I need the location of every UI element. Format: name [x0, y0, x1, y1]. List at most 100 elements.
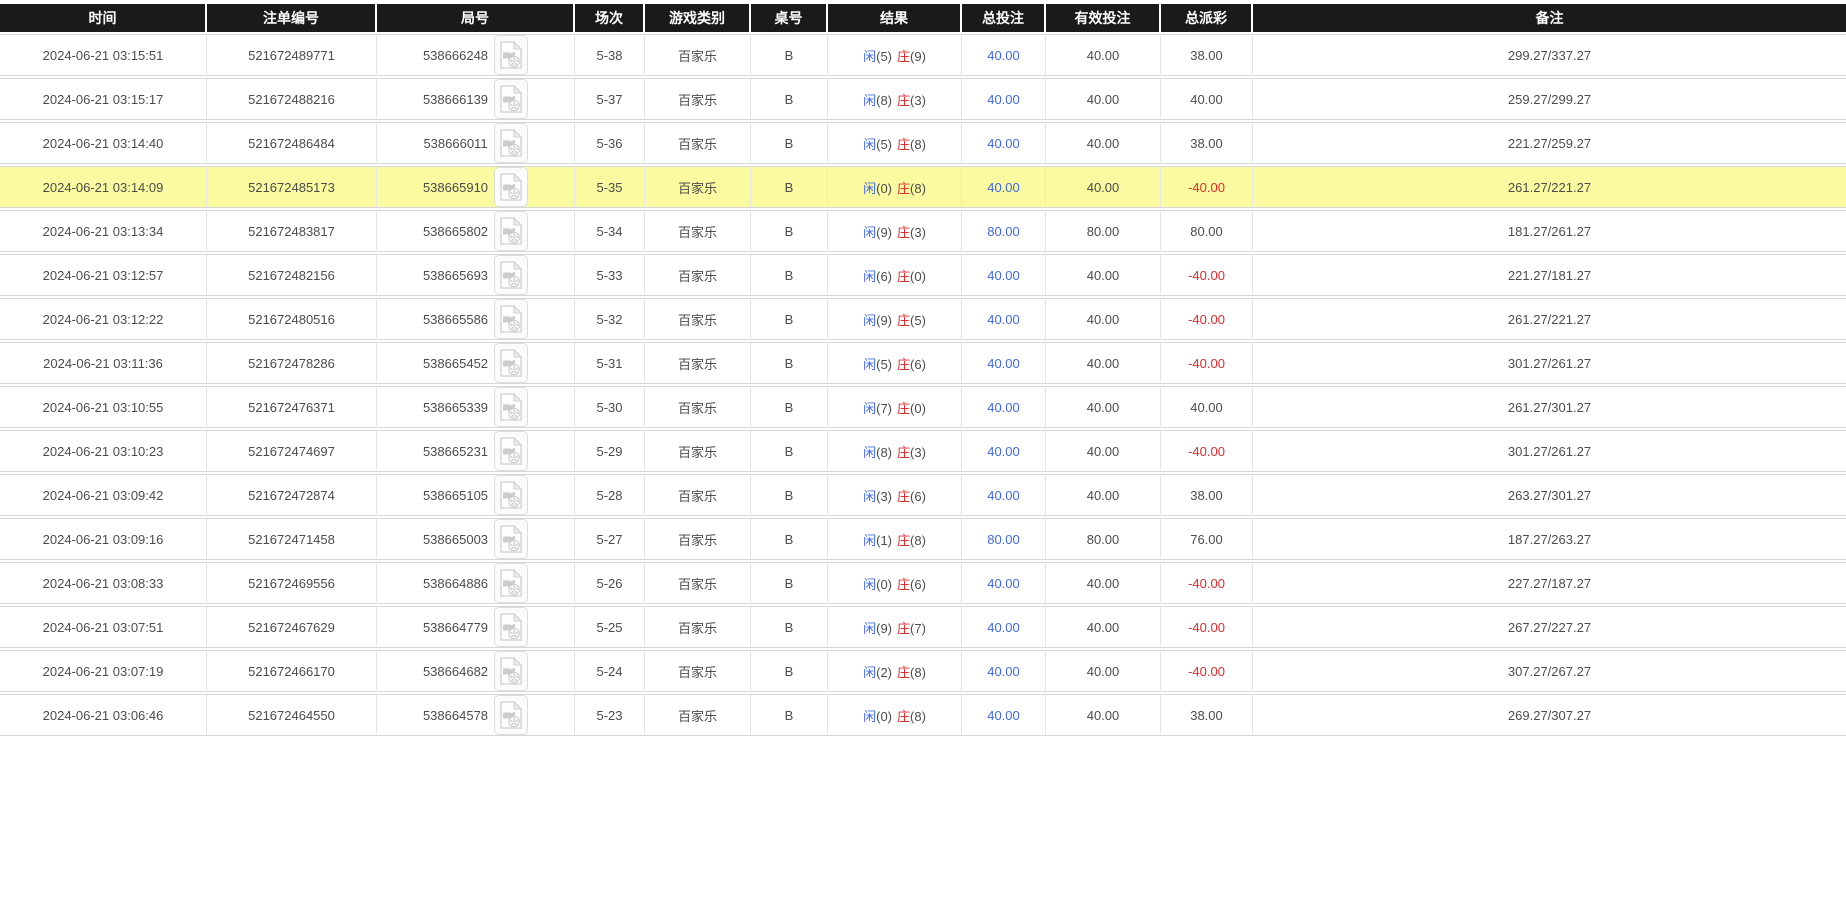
bet-number-text: 521672469556: [248, 576, 335, 591]
result-player-value: (8): [876, 445, 892, 460]
total-bet-link[interactable]: 80.00: [987, 532, 1020, 547]
cell-remark: 259.27/299.27: [1253, 78, 1846, 120]
total-bet-link[interactable]: 40.00: [987, 620, 1020, 635]
video-replay-button[interactable]: [494, 299, 528, 339]
cell-session: 5-30: [575, 386, 645, 428]
remark-text: 261.27/221.27: [1508, 312, 1591, 327]
video-replay-button[interactable]: [494, 431, 528, 471]
total-bet-link[interactable]: 40.00: [987, 356, 1020, 371]
result-banker-value: (5): [910, 313, 926, 328]
game-type-text: 百家乐: [678, 357, 717, 372]
total-bet-link[interactable]: 40.00: [987, 92, 1020, 107]
column-header-result: 结果: [828, 4, 962, 32]
result-player-value: (2): [876, 665, 892, 680]
table-row[interactable]: 2024-06-21 03:15:51521672489771538666248…: [0, 34, 1846, 76]
total-bet-link[interactable]: 40.00: [987, 444, 1020, 459]
bet-number-text: 521672482156: [248, 268, 335, 283]
cell-result: 闲(0)庄(8): [828, 694, 962, 736]
cell-remark: 267.27/227.27: [1253, 606, 1846, 648]
video-replay-button[interactable]: [494, 123, 528, 163]
total-bet-link[interactable]: 80.00: [987, 224, 1020, 239]
cell-valid-bet: 40.00: [1046, 386, 1161, 428]
table-row[interactable]: 2024-06-21 03:11:36521672478286538665452…: [0, 342, 1846, 384]
round-number-group: 538665586: [381, 299, 570, 339]
total-bet-link[interactable]: 40.00: [987, 48, 1020, 63]
video-replay-button[interactable]: [494, 211, 528, 251]
cell-remark: 299.27/337.27: [1253, 34, 1846, 76]
video-replay-icon: [499, 217, 523, 245]
result-banker-value: (8): [910, 533, 926, 548]
table-row[interactable]: 2024-06-21 03:08:33521672469556538664886…: [0, 562, 1846, 604]
cell-payout: 38.00: [1161, 474, 1253, 516]
round-number-group: 538665693: [381, 255, 570, 295]
result-player-label: 闲: [863, 445, 876, 460]
game-type-text: 百家乐: [678, 709, 717, 724]
video-replay-button[interactable]: [494, 563, 528, 603]
remark-text: 301.27/261.27: [1508, 444, 1591, 459]
cell-remark: 261.27/221.27: [1253, 166, 1846, 208]
video-replay-button[interactable]: [494, 695, 528, 735]
total-bet-link[interactable]: 40.00: [987, 180, 1020, 195]
table-row[interactable]: 2024-06-21 03:10:55521672476371538665339…: [0, 386, 1846, 428]
round-number-text: 538664886: [423, 576, 488, 591]
table-header: 时间注单编号局号场次游戏类别桌号结果总投注有效投注总派彩备注: [0, 4, 1846, 32]
time-text: 2024-06-21 03:15:51: [43, 48, 164, 63]
table-row[interactable]: 2024-06-21 03:14:09521672485173538665910…: [0, 166, 1846, 208]
result-banker-label: 庄: [897, 313, 910, 328]
total-bet-link[interactable]: 40.00: [987, 708, 1020, 723]
total-bet-link[interactable]: 40.00: [987, 312, 1020, 327]
round-number-group: 538666011: [381, 123, 570, 163]
cell-time: 2024-06-21 03:09:16: [0, 518, 207, 560]
result-banker-value: (6): [910, 489, 926, 504]
table-row[interactable]: 2024-06-21 03:12:57 521672482156 538665693…: [0, 254, 1846, 296]
total-bet-link[interactable]: 40.00: [987, 488, 1020, 503]
video-replay-button[interactable]: [494, 519, 528, 559]
video-replay-button[interactable]: [494, 343, 528, 383]
video-replay-button[interactable]: [494, 35, 528, 75]
table-row[interactable]: 2024-06-21 03:07:19521672466170538664682…: [0, 650, 1846, 692]
table-row[interactable]: 2024-06-21 03:10:23521672474697538665231…: [0, 430, 1846, 472]
video-replay-button[interactable]: [494, 651, 528, 691]
session-text: 5-36: [596, 136, 622, 151]
game-type-text: 百家乐: [678, 225, 717, 240]
table-row[interactable]: 2024-06-21 03:09:42521672472874538665105…: [0, 474, 1846, 516]
column-header-time: 时间: [0, 4, 207, 32]
table-row[interactable]: 2024-06-21 03:07:51521672467629538664779…: [0, 606, 1846, 648]
video-replay-button[interactable]: [494, 167, 528, 207]
cell-total-bet: 40.00: [962, 122, 1046, 164]
cell-time: 2024-06-21 03:12:57: [0, 254, 207, 296]
result-banker-value: (3): [910, 445, 926, 460]
cell-game-type: 百家乐: [645, 562, 751, 604]
video-replay-button[interactable]: [494, 475, 528, 515]
video-replay-button[interactable]: [494, 79, 528, 119]
video-replay-icon: [499, 657, 523, 685]
video-replay-button[interactable]: [494, 387, 528, 427]
table-row[interactable]: 2024-06-21 03:13:34521672483817538665802…: [0, 210, 1846, 252]
game-type-text: 百家乐: [678, 533, 717, 548]
video-replay-button[interactable]: [494, 607, 528, 647]
bet-number-text: 521672474697: [248, 444, 335, 459]
video-replay-icon: [499, 437, 523, 465]
video-replay-button[interactable]: [494, 255, 528, 295]
total-bet-link[interactable]: 40.00: [987, 268, 1020, 283]
table-row[interactable]: 2024-06-21 03:15:17521672488216538666139…: [0, 78, 1846, 120]
result-player-label: 闲: [863, 313, 876, 328]
result-banker-value: (0): [910, 401, 926, 416]
total-bet-link[interactable]: 40.00: [987, 400, 1020, 415]
total-bet-link[interactable]: 40.00: [987, 576, 1020, 591]
time-text: 2024-06-21 03:09:16: [43, 532, 164, 547]
cell-game-type: 百家乐: [645, 298, 751, 340]
total-bet-link[interactable]: 40.00: [987, 136, 1020, 151]
cell-payout: -40.00: [1161, 606, 1253, 648]
result-banker-label: 庄: [897, 533, 910, 548]
table-row[interactable]: 2024-06-21 03:14:40521672486484538666011…: [0, 122, 1846, 164]
payout-text: -40.00: [1188, 356, 1225, 371]
cell-table-number: B: [751, 650, 828, 692]
table-row[interactable]: 2024-06-21 03:06:46521672464550538664578…: [0, 694, 1846, 736]
table-row[interactable]: 2024-06-21 03:12:22521672480516538665586…: [0, 298, 1846, 340]
valid-bet-text: 40.00: [1087, 92, 1120, 107]
cell-bet-number: 521672466170: [207, 650, 377, 692]
total-bet-link[interactable]: 40.00: [987, 664, 1020, 679]
cell-session: 5-27: [575, 518, 645, 560]
table-row[interactable]: 2024-06-21 03:09:16521672471458538665003…: [0, 518, 1846, 560]
